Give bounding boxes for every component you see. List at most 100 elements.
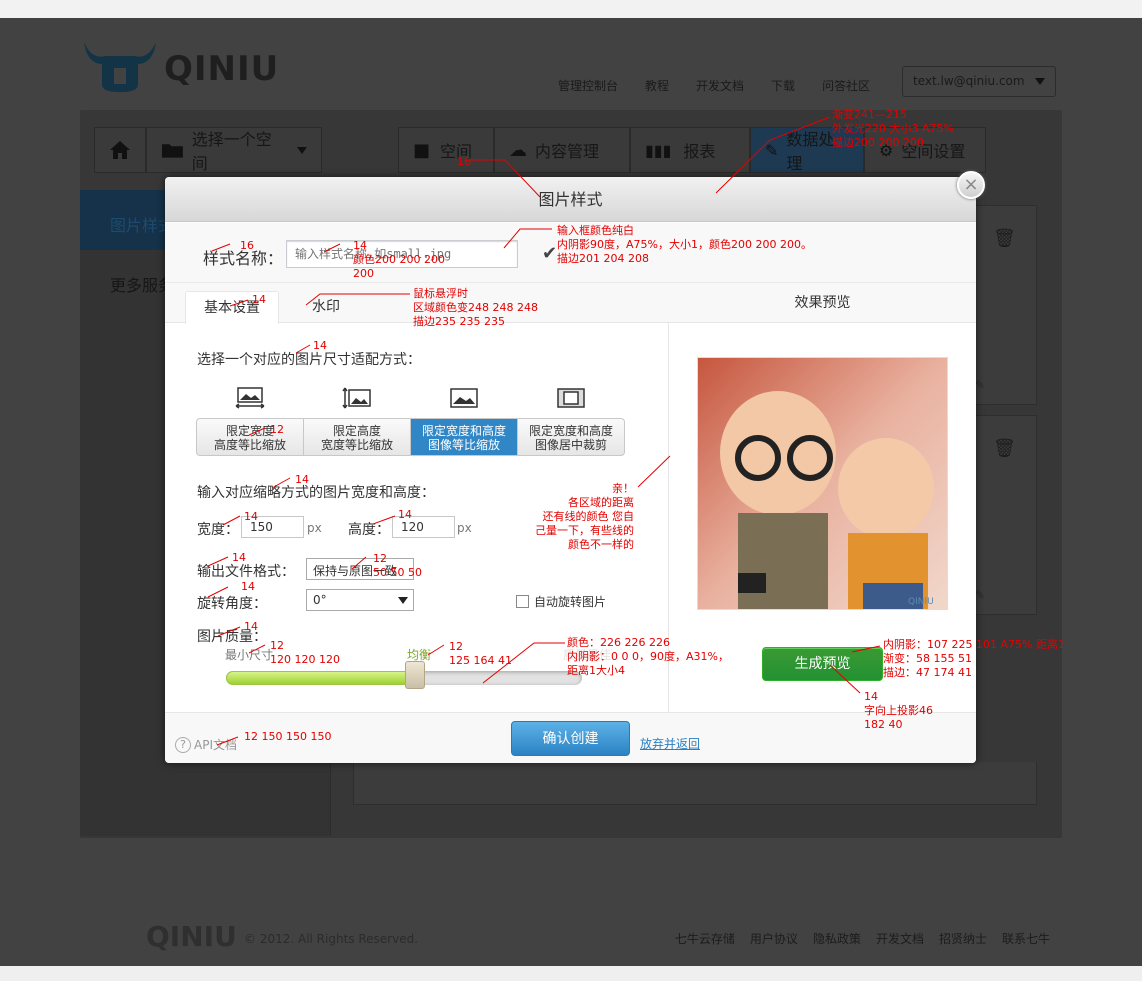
rotate-label: 旋转角度： — [197, 596, 267, 612]
quality-slider-handle[interactable] — [405, 661, 425, 689]
tab-watermark[interactable]: 水印 — [312, 291, 340, 324]
bottom-card — [353, 762, 1037, 805]
annotation: 14 — [313, 339, 327, 352]
tab-report-label: 报表 — [683, 142, 716, 161]
width-unit: px — [307, 521, 322, 535]
fit-mode-icons — [196, 387, 624, 413]
api-doc-link[interactable]: ? API文档 — [175, 736, 237, 753]
api-doc-label: API文档 — [194, 738, 237, 752]
annotation: 12 — [270, 423, 284, 436]
fit-mode-title: 选择一个对应的图片尺寸适配方式： — [197, 352, 421, 368]
preview-title: 效果预览 — [669, 283, 976, 323]
footer-link[interactable]: 联系七牛 — [1002, 930, 1050, 947]
space-select-label: 选择一个空间 — [191, 130, 272, 173]
tab-content[interactable]: ☁ 内容管理 — [494, 127, 630, 173]
cloud-upload-icon: ☁ — [509, 139, 527, 161]
annotation: 12 125 164 41 — [449, 640, 512, 667]
annotation: 14 字向上投影46 182 40 — [864, 690, 933, 731]
close-icon[interactable]: × — [957, 171, 985, 199]
footer-link[interactable]: 招贤纳士 — [939, 930, 987, 947]
auto-rotate-checkbox[interactable] — [516, 595, 529, 608]
annotation: 16 — [457, 155, 471, 168]
check-icon: ✔ — [542, 243, 558, 264]
cube-icon: ■ — [413, 139, 431, 161]
footer: QINIU © 2012. All Rights Reserved. 七牛云存储… — [80, 904, 1062, 954]
caret-down-icon — [297, 146, 307, 154]
annotation: 渐变241—215 外发光220 大小3 A75% 描边200 200 200 — [832, 108, 954, 149]
fit-option-width[interactable]: 限定宽度 高度等比缩放 — [197, 419, 304, 455]
annotation: 14 — [232, 551, 246, 564]
nav-tutorial[interactable]: 教程 — [645, 77, 669, 94]
style-card: 🗑 ✎ — [966, 205, 1037, 405]
tab-space[interactable]: ■ 空间 — [398, 127, 494, 173]
nav-console[interactable]: 管理控制台 — [558, 77, 618, 94]
top-nav: 管理控制台 教程 开发文档 下载 问答社区 — [558, 77, 897, 94]
caret-down-icon — [1035, 78, 1045, 85]
fit-height-icon[interactable] — [303, 387, 410, 413]
confirm-create-button[interactable]: 确认创建 — [511, 721, 630, 756]
fit-crop-icon[interactable] — [517, 387, 624, 413]
user-menu[interactable]: text.lw@qiniu.com — [902, 66, 1056, 97]
annotation: 14 — [244, 510, 258, 523]
footer-link[interactable]: 用户协议 — [750, 930, 798, 947]
fit-option-crop[interactable]: 限定宽度和高度 图像居中裁剪 — [518, 419, 624, 455]
bar-chart-icon: ▮▮▮ — [645, 140, 672, 160]
ox-logo-icon — [84, 42, 156, 92]
edit-icon[interactable]: ✎ — [975, 588, 985, 602]
fit-option-height[interactable]: 限定高度 宽度等比缩放 — [304, 419, 411, 455]
fit-option-contain[interactable]: 限定宽度和高度 图像等比缩放 — [411, 419, 518, 455]
annotation: 14 颜色200 200 200 200 — [353, 239, 445, 280]
auto-rotate-row: 自动旋转图片 — [516, 593, 606, 610]
annotation: 14 — [244, 620, 258, 633]
height-label: 高度： — [348, 522, 390, 538]
tab-report[interactable]: ▮▮▮ 报表 — [630, 127, 750, 173]
footer-link[interactable]: 开发文档 — [876, 930, 924, 947]
footer-link[interactable]: 七牛云存储 — [675, 930, 735, 947]
annotation: 颜色：226 226 226 内阴影：0 0 0，90度，A31%， 距离1大小4 — [567, 636, 729, 677]
format-label: 输出文件格式： — [197, 564, 295, 580]
nav-download[interactable]: 下载 — [771, 77, 795, 94]
annotation: 输入框颜色纯白 内阴影90度，A75%，大小1，颜色200 200 200。 描边2… — [557, 224, 812, 265]
annotation: 16 — [240, 239, 254, 252]
nav-community[interactable]: 问答社区 — [822, 77, 870, 94]
annotation: 内阴影：107 225 101 A75% 距离1 渐变：58 155 51 描边：4… — [883, 638, 1065, 679]
annotation: 12 150 150 150 — [244, 730, 332, 743]
user-email: text.lw@qiniu.com — [913, 74, 1025, 88]
home-icon — [110, 141, 130, 159]
fit-width-icon[interactable] — [196, 387, 303, 413]
annotation: 12 50 50 50 — [373, 552, 422, 579]
generate-preview-button[interactable]: 生成预览 — [762, 647, 883, 681]
tab-content-label: 内容管理 — [535, 142, 600, 161]
help-icon: ? — [175, 736, 191, 753]
annotation: 14 — [295, 473, 309, 486]
quality-min-label: 最小尺寸 — [225, 648, 274, 662]
annotation: 鼠标悬浮时 区域颜色变248 248 248 描边235 235 235 — [413, 287, 538, 328]
folder-icon — [161, 144, 183, 158]
width-label: 宽度： — [197, 522, 239, 538]
auto-rotate-label: 自动旋转图片 — [534, 595, 607, 609]
quality-slider[interactable] — [226, 661, 582, 689]
style-card: 🗑 ✎ — [966, 415, 1037, 615]
rotate-select[interactable]: 0° — [306, 589, 414, 611]
trash-icon[interactable]: 🗑 — [993, 228, 1016, 249]
qiniu-logo[interactable]: QINIU — [80, 36, 279, 94]
bottom-strip — [0, 966, 1142, 981]
preview-image: QINIU — [697, 357, 948, 610]
fit-contain-icon[interactable] — [410, 387, 517, 413]
footer-link[interactable]: 隐私政策 — [813, 930, 861, 947]
nav-docs[interactable]: 开发文档 — [696, 77, 744, 94]
trash-icon[interactable]: 🗑 — [993, 438, 1016, 459]
edit-icon[interactable]: ✎ — [975, 378, 985, 392]
space-select-button[interactable]: 选择一个空间 — [146, 127, 322, 173]
fit-mode-segmented: 限定宽度 高度等比缩放 限定高度 宽度等比缩放 限定宽度和高度 图像等比缩放 限定宽度… — [196, 418, 625, 456]
annotation: 14 — [252, 293, 266, 306]
cancel-link[interactable]: 放弃并返回 — [640, 735, 700, 752]
annotation: 14 — [398, 508, 412, 521]
caret-down-icon — [398, 597, 408, 604]
height-unit: px — [457, 521, 472, 535]
annotation: 亲！ 各区域的距离 还有线的颜色 您自 己量一下，有些线的 颜色不一样的 — [535, 482, 634, 551]
brand-wordmark: QINIU — [164, 49, 280, 89]
copyright: © 2012. All Rights Reserved. — [244, 932, 419, 946]
home-button[interactable] — [94, 127, 146, 173]
pencil-icon: ✎ — [765, 140, 779, 160]
